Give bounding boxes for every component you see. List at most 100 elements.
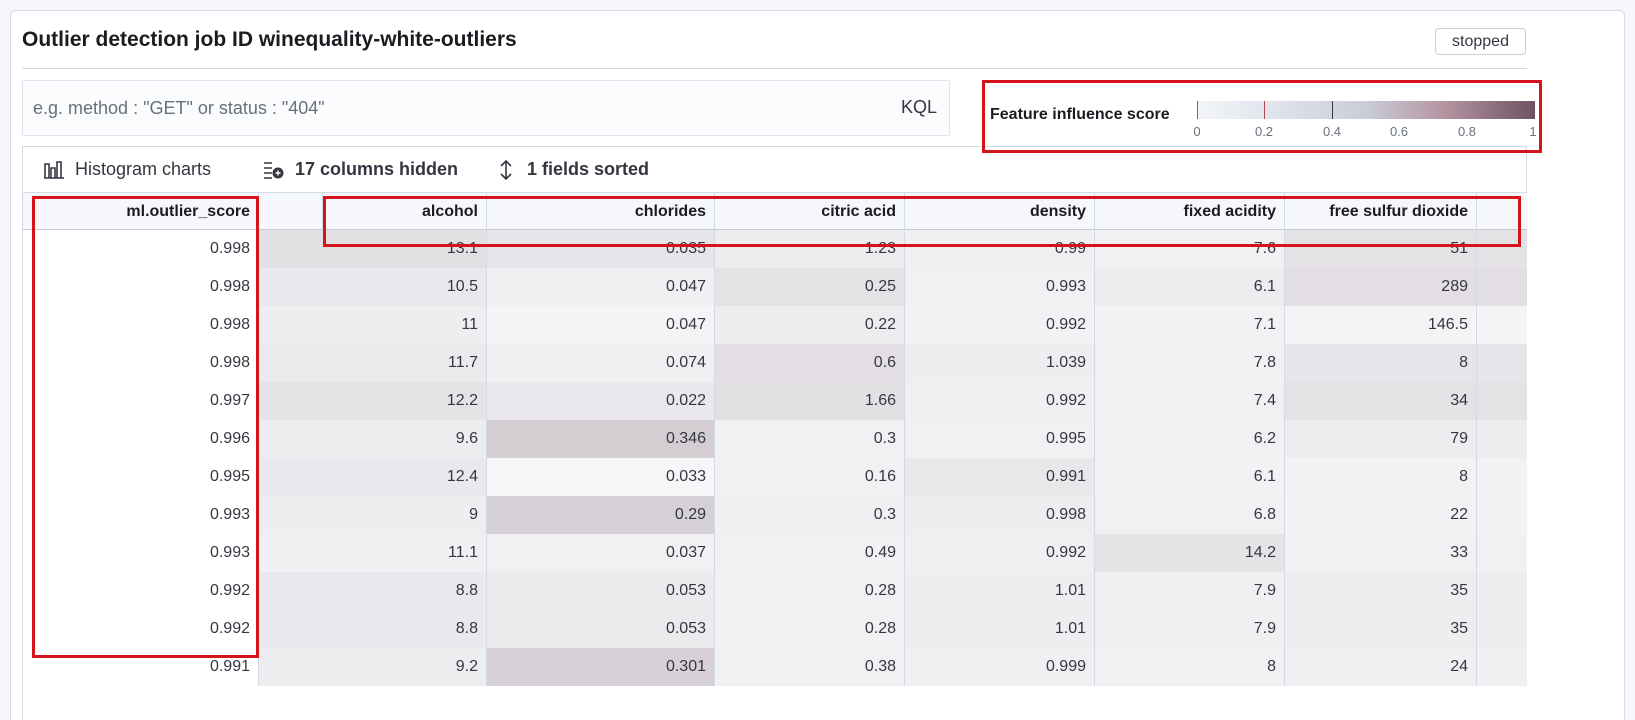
column-header-spacer[interactable] (1477, 193, 1527, 231)
density-cell: 1.01 (905, 572, 1095, 610)
citric-acid-cell: 0.3 (715, 420, 905, 458)
fixed-acidity-cell: 8 (1095, 648, 1285, 686)
outlier-score-cell: 0.998 (23, 306, 259, 344)
chlorides-cell: 0.022 (487, 382, 715, 420)
alcohol-cell: 8.8 (259, 610, 487, 648)
chlorides-cell: 0.053 (487, 610, 715, 648)
histogram-icon (43, 160, 65, 180)
density-cell: 0.992 (905, 382, 1095, 420)
citric-acid-cell: 0.16 (715, 458, 905, 496)
column-header-ml-outlier-score[interactable]: ml.outlier_score (23, 193, 259, 231)
fixed-acidity-cell: 7.6 (1095, 230, 1285, 268)
outlier-score-cell: 0.998 (23, 344, 259, 382)
outlier-score-cell: 0.993 (23, 496, 259, 534)
table-row[interactable]: 0.997 12.2 0.022 1.66 0.992 7.4 34 (23, 382, 1527, 420)
free-sulfur-dioxide-cell: 79 (1285, 420, 1477, 458)
free-sulfur-dioxide-cell: 8 (1285, 344, 1477, 382)
free-sulfur-dioxide-cell: 51 (1285, 230, 1477, 268)
truncated-column-cell (1477, 534, 1527, 572)
columns-hidden-button[interactable]: 17 columns hidden (263, 159, 458, 180)
kql-button[interactable]: KQL (901, 97, 937, 118)
title-divider (22, 68, 1527, 69)
legend-labels: 0 0.2 0.4 0.6 0.8 1 (1193, 124, 1537, 140)
alcohol-cell: 13.1 (259, 230, 487, 268)
citric-acid-cell: 0.28 (715, 572, 905, 610)
citric-acid-cell: 1.23 (715, 230, 905, 268)
legend-title: Feature influence score (990, 106, 1170, 123)
truncated-column-cell (1477, 268, 1527, 306)
column-header-chlorides[interactable]: chlorides (487, 193, 715, 231)
alcohol-cell: 11.1 (259, 534, 487, 572)
legend-label: 0.8 (1457, 124, 1477, 139)
density-cell: 0.998 (905, 496, 1095, 534)
citric-acid-cell: 0.25 (715, 268, 905, 306)
free-sulfur-dioxide-cell: 24 (1285, 648, 1477, 686)
table-row[interactable]: 0.995 12.4 0.033 0.16 0.991 6.1 8 (23, 458, 1527, 496)
column-header-free-sulfur-dioxide[interactable]: free sulfur dioxide (1285, 193, 1477, 231)
alcohol-cell: 11 (259, 306, 487, 344)
query-bar: KQL (22, 80, 950, 136)
outlier-score-cell: 0.998 (23, 268, 259, 306)
density-cell: 0.995 (905, 420, 1095, 458)
free-sulfur-dioxide-cell: 35 (1285, 610, 1477, 648)
legend-tick-0 (1197, 101, 1198, 119)
alcohol-cell: 10.5 (259, 268, 487, 306)
alcohol-cell: 11.7 (259, 344, 487, 382)
table-row[interactable]: 0.993 11.1 0.037 0.49 0.992 14.2 33 (23, 534, 1527, 572)
table-row[interactable]: 0.998 10.5 0.047 0.25 0.993 6.1 289 (23, 268, 1527, 306)
citric-acid-cell: 0.49 (715, 534, 905, 572)
density-cell: 0.991 (905, 458, 1095, 496)
chlorides-cell: 0.074 (487, 344, 715, 382)
table-row[interactable]: 0.996 9.6 0.346 0.3 0.995 6.2 79 (23, 420, 1527, 458)
chlorides-cell: 0.047 (487, 306, 715, 344)
search-input[interactable] (33, 81, 873, 135)
alcohol-cell: 9 (259, 496, 487, 534)
feature-influence-legend: Feature influence score 0 0.2 0.4 0.6 0.… (982, 84, 1542, 152)
truncated-column-cell (1477, 572, 1527, 610)
column-header-alcohol[interactable]: alcohol (323, 193, 487, 231)
table-row[interactable]: 0.993 9 0.29 0.3 0.998 6.8 22 (23, 496, 1527, 534)
histogram-charts-button[interactable]: Histogram charts (43, 159, 211, 180)
page-title: Outlier detection job ID winequality-whi… (22, 28, 517, 51)
table-row[interactable]: 0.998 11 0.047 0.22 0.992 7.1 146.5 (23, 306, 1527, 344)
legend-tick-02 (1264, 101, 1265, 119)
citric-acid-cell: 0.28 (715, 610, 905, 648)
chlorides-cell: 0.29 (487, 496, 715, 534)
free-sulfur-dioxide-cell: 35 (1285, 572, 1477, 610)
chlorides-cell: 0.346 (487, 420, 715, 458)
table-row[interactable]: 0.992 8.8 0.053 0.28 1.01 7.9 35 (23, 572, 1527, 610)
legend-tick-04 (1332, 101, 1333, 119)
citric-acid-cell: 0.22 (715, 306, 905, 344)
density-cell: 0.992 (905, 534, 1095, 572)
fixed-acidity-cell: 6.8 (1095, 496, 1285, 534)
legend-label: 0 (1193, 124, 1201, 139)
citric-acid-cell: 0.3 (715, 496, 905, 534)
fixed-acidity-cell: 7.9 (1095, 610, 1285, 648)
truncated-column-cell (1477, 344, 1527, 382)
free-sulfur-dioxide-cell: 8 (1285, 458, 1477, 496)
outlier-score-cell: 0.992 (23, 572, 259, 610)
density-cell: 1.01 (905, 610, 1095, 648)
column-header-density[interactable]: density (905, 193, 1095, 231)
density-cell: 0.992 (905, 306, 1095, 344)
chlorides-cell: 0.037 (487, 534, 715, 572)
free-sulfur-dioxide-cell: 34 (1285, 382, 1477, 420)
fields-sorted-label: 1 fields sorted (527, 159, 650, 179)
table-row[interactable]: 0.991 9.2 0.301 0.38 0.999 8 24 (23, 648, 1527, 686)
table-row[interactable]: 0.998 13.1 0.035 1.23 0.99 7.6 51 (23, 230, 1527, 268)
density-cell: 1.039 (905, 344, 1095, 382)
column-header-fixed-acidity[interactable]: fixed acidity (1095, 193, 1285, 231)
fields-sorted-button[interactable]: 1 fields sorted (495, 159, 649, 180)
table-row[interactable]: 0.998 11.7 0.074 0.6 1.039 7.8 8 (23, 344, 1527, 382)
fixed-acidity-cell: 7.4 (1095, 382, 1285, 420)
results-data-grid: ml.outlier_score alcohol chlorides citric a… (22, 192, 1527, 720)
citric-acid-cell: 1.66 (715, 382, 905, 420)
outlier-score-cell: 0.998 (23, 230, 259, 268)
legend-label: 0.6 (1389, 124, 1409, 139)
free-sulfur-dioxide-cell: 22 (1285, 496, 1477, 534)
column-header-citric-acid[interactable]: citric acid (715, 193, 905, 231)
density-cell: 0.993 (905, 268, 1095, 306)
sort-icon (495, 159, 517, 180)
table-row[interactable]: 0.992 8.8 0.053 0.28 1.01 7.9 35 (23, 610, 1527, 648)
legend-label: 1 (1529, 124, 1537, 139)
